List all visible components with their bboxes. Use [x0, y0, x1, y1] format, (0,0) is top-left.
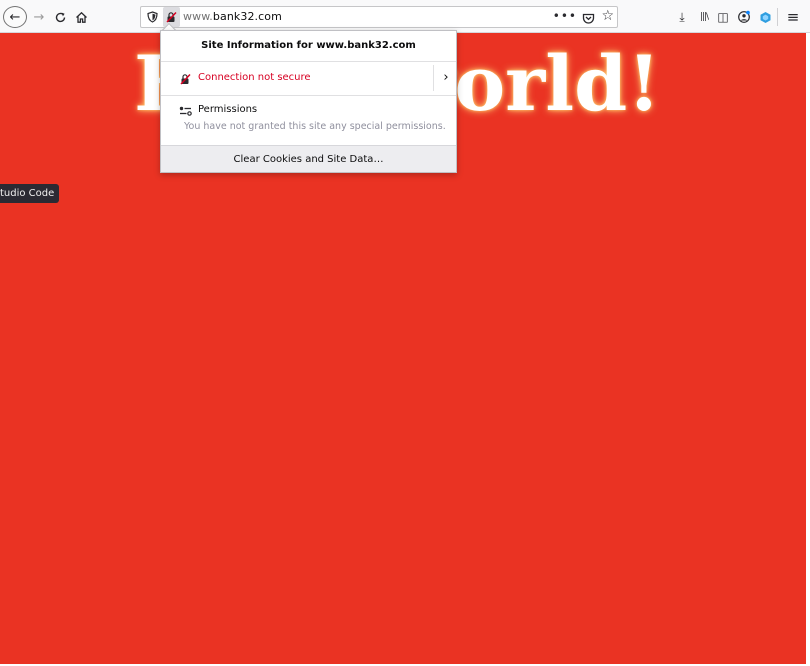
- tracking-protection-button[interactable]: [145, 10, 159, 24]
- permissions-heading: Permissions: [198, 104, 258, 115]
- url-domain: bank32.com: [212, 10, 282, 23]
- download-icon: ⤓: [679, 9, 685, 24]
- address-bar[interactable]: www.bank32.com ••• ☆: [140, 6, 618, 28]
- forward-arrow-icon: →: [33, 9, 45, 25]
- open-menu-button[interactable]: ≡: [784, 8, 802, 26]
- home-icon: [75, 11, 87, 23]
- bookmark-star-icon[interactable]: ☆: [601, 8, 614, 24]
- account-button[interactable]: [736, 8, 752, 26]
- extension-button[interactable]: [757, 8, 773, 26]
- site-information-panel: Site Information for www.bank32.com Conn…: [160, 30, 457, 173]
- connection-security-row[interactable]: Connection not secure ›: [161, 62, 456, 95]
- back-arrow-icon: ←: [9, 9, 21, 25]
- taskbar-tooltip: tudio Code: [0, 184, 60, 203]
- window-edge-right: [806, 33, 810, 666]
- url-prefix: www.: [183, 10, 213, 23]
- connection-row-separator: [433, 65, 434, 91]
- navigation-toolbar: ← → www.bank32.com ••• ☆ ⤓ |||\ ◫ ≡: [0, 0, 810, 33]
- browser-window: ← → www.bank32.com ••• ☆ ⤓ |||\ ◫ ≡ worl…: [0, 0, 810, 666]
- insecure-lock-icon: [166, 11, 177, 23]
- library-icon: |||\: [699, 12, 709, 22]
- panel-divider: [161, 95, 456, 96]
- permissions-icon: [179, 106, 192, 116]
- permissions-description: You have not granted this site any speci…: [184, 121, 446, 132]
- connection-status-label: Connection not secure: [198, 72, 311, 83]
- home-button[interactable]: [72, 6, 90, 28]
- url-text[interactable]: www.bank32.com: [183, 10, 282, 23]
- site-identity-button[interactable]: [163, 7, 180, 27]
- sidebar-button[interactable]: ◫: [715, 8, 731, 26]
- insecure-lock-icon: [179, 72, 192, 85]
- hamburger-menu-icon: ≡: [786, 8, 800, 26]
- account-icon: [738, 10, 750, 23]
- sidebar-icon: ◫: [717, 10, 729, 24]
- back-button[interactable]: ←: [3, 6, 27, 28]
- reload-button[interactable]: [52, 6, 68, 28]
- reload-icon: [55, 12, 65, 22]
- forward-button[interactable]: →: [31, 6, 47, 28]
- toolbar-separator: [777, 8, 778, 26]
- clear-cookies-button[interactable]: Clear Cookies and Site Data…: [161, 145, 456, 172]
- pocket-button[interactable]: [582, 10, 595, 24]
- library-button[interactable]: |||\: [695, 8, 713, 26]
- shield-icon: [146, 11, 158, 23]
- panel-title: Site Information for www.bank32.com: [201, 40, 416, 51]
- page-actions-more-icon[interactable]: •••: [553, 9, 577, 23]
- extension-icon: [760, 11, 770, 23]
- pocket-icon: [582, 13, 595, 24]
- connection-details-arrow-icon[interactable]: ›: [437, 68, 455, 88]
- downloads-button[interactable]: ⤓: [674, 8, 690, 26]
